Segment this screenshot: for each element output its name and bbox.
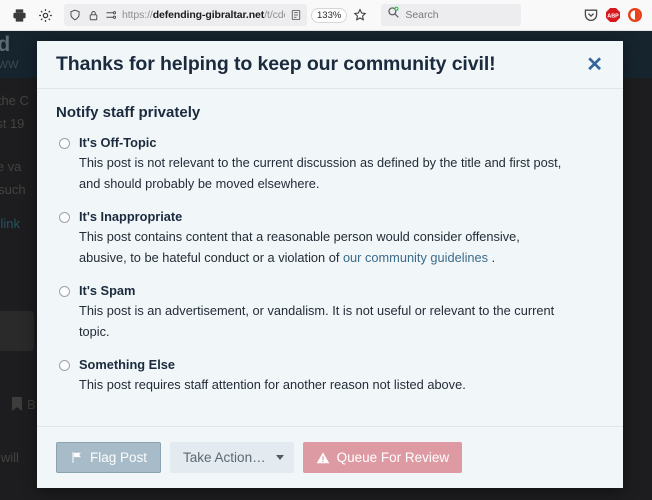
padlock-icon[interactable] [86, 8, 100, 22]
queue-for-review-label: Queue For Review [336, 450, 450, 465]
radio-spam[interactable] [59, 286, 70, 297]
option-description-text: This post is not relevant to the current… [79, 155, 562, 191]
option-description: This post is an advertisement, or vandal… [79, 301, 571, 342]
background-text-line: s such [0, 182, 26, 197]
background-bookmark-label: B [27, 397, 36, 412]
pocket-icon[interactable] [580, 4, 602, 26]
shield-icon[interactable] [68, 8, 82, 22]
close-icon[interactable]: ✕ [578, 53, 605, 77]
browser-toolbar: https://defending-gibraltar.net/t/cdc-fa… [0, 0, 652, 31]
background-text-line: ust 19 [0, 116, 25, 131]
flag-option-something-else[interactable]: Something Else This post requires staff … [56, 356, 604, 396]
bookmark-icon[interactable] [11, 397, 23, 417]
printer-icon[interactable] [6, 2, 32, 28]
gear-icon[interactable] [32, 2, 58, 28]
background-topic-subtitle: h & WW [0, 59, 19, 71]
option-description: This post contains content that a reason… [79, 227, 571, 268]
option-description: This post requires staff attention for a… [79, 375, 571, 396]
take-action-dropdown[interactable]: Take Action… [170, 442, 294, 473]
option-body: It's Spam This post is an advertisement,… [79, 282, 604, 342]
star-icon[interactable] [347, 2, 373, 28]
option-body: It's Inappropriate This post contains co… [79, 208, 604, 268]
background-text-line: the va [0, 159, 22, 174]
search-icon [387, 6, 400, 24]
background-text-line: o the C [0, 93, 29, 108]
option-body: It's Off-Topic This post is not relevant… [79, 134, 604, 194]
option-label[interactable]: It's Spam [79, 282, 604, 300]
extension-icon[interactable] [624, 4, 646, 26]
queue-for-review-button[interactable]: Queue For Review [302, 442, 463, 473]
option-label[interactable]: It's Inappropriate [79, 208, 604, 226]
option-description-text: This post is an advertisement, or vandal… [79, 303, 555, 339]
flag-post-button[interactable]: Flag Post [56, 442, 162, 473]
radio-off-topic[interactable] [59, 138, 70, 149]
svg-text:ABP: ABP [607, 13, 619, 19]
background-text-line: u will [0, 450, 19, 465]
warning-triangle-icon [316, 451, 330, 465]
option-description-tail: . [488, 249, 496, 265]
modal-header: Thanks for helping to keep our community… [37, 41, 623, 89]
flag-option-spam[interactable]: It's Spam This post is an advertisement,… [56, 282, 604, 342]
search-placeholder: Search [405, 9, 439, 21]
url-path: /t/cdc-faked [264, 9, 285, 21]
modal-title: Thanks for helping to keep our community… [56, 53, 496, 75]
url-bar[interactable]: https://defending-gibraltar.net/t/cdc-fa… [64, 4, 307, 26]
flag-option-inappropriate[interactable]: It's Inappropriate This post contains co… [56, 208, 604, 268]
modal-body: Notify staff privately It's Off-Topic Th… [37, 89, 623, 426]
background-topic-title: ked [0, 33, 11, 56]
option-label[interactable]: Something Else [79, 356, 604, 374]
option-description: This post is not relevant to the current… [79, 153, 571, 194]
search-bar[interactable]: Search [381, 4, 522, 26]
chevron-down-icon [275, 455, 284, 460]
community-guidelines-link[interactable]: our community guidelines [343, 250, 488, 265]
flag-option-off-topic[interactable]: It's Off-Topic This post is not relevant… [56, 134, 604, 194]
modal-footer: Flag Post Take Action… Queue For Review [37, 426, 623, 488]
url-domain: defending-gibraltar.net [152, 9, 265, 21]
zoom-level-badge[interactable]: 133% [311, 7, 348, 23]
url-text[interactable]: https://defending-gibraltar.net/t/cdc-fa… [122, 9, 285, 21]
take-action-label: Take Action… [183, 450, 266, 465]
url-scheme: https:// [122, 9, 153, 21]
screen: https://defending-gibraltar.net/t/cdc-fa… [0, 0, 652, 500]
section-title: Notify staff privately [56, 104, 201, 121]
flag-post-label: Flag Post [90, 450, 148, 465]
reader-view-icon[interactable] [289, 8, 303, 22]
option-description-text: This post requires staff attention for a… [79, 377, 466, 392]
adblock-plus-icon[interactable]: ABP [602, 4, 624, 26]
option-label[interactable]: It's Off-Topic [79, 134, 604, 152]
permissions-icon[interactable] [104, 8, 118, 22]
background-link[interactable]: at link [0, 216, 20, 231]
radio-something-else[interactable] [59, 360, 70, 371]
option-body: Something Else This post requires staff … [79, 356, 604, 396]
radio-inappropriate[interactable] [59, 212, 70, 223]
background-avatar [0, 311, 34, 351]
flag-icon [70, 451, 83, 464]
flag-post-modal: Thanks for helping to keep our community… [37, 41, 623, 488]
